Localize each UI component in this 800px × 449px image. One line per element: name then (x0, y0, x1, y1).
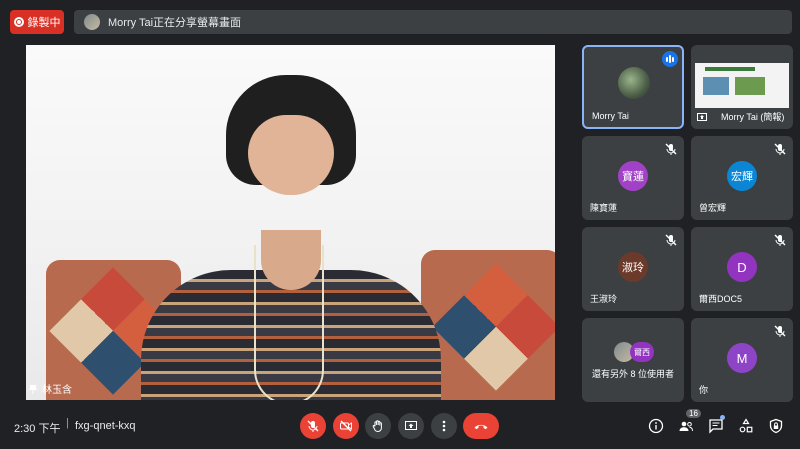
participant-tile-zeng[interactable]: 宏輝 曾宏輝 (691, 136, 793, 220)
participant-tile-presentation[interactable]: Morry Tai (簡報) (691, 45, 793, 129)
avatar: 淑玲 (618, 252, 648, 282)
mic-off-icon (774, 234, 786, 246)
person-hair (226, 75, 356, 195)
speaking-indicator-icon (662, 51, 678, 67)
hand-icon (372, 420, 382, 433)
chat-icon (709, 419, 723, 434)
participant-tile-others[interactable]: 爾西 還有另外 8 位使用者 (582, 318, 684, 402)
screen-share-banner: Morry Tai正在分享螢幕畫面 (74, 10, 792, 34)
record-icon (13, 17, 24, 27)
toggle-mic-button[interactable] (300, 413, 326, 439)
avatar: 宏輝 (727, 161, 757, 191)
present-screen-icon (405, 421, 417, 430)
info-icon (648, 418, 664, 434)
hang-up-icon (474, 424, 488, 430)
main-video-label: 林玉含 (26, 381, 72, 396)
avatar: D (727, 252, 757, 282)
pin-icon (29, 384, 37, 394)
others-badge: 爾西 (630, 342, 654, 362)
participant-count-badge: 16 (686, 409, 701, 418)
meeting-details-button[interactable] (646, 416, 666, 436)
share-text: Morry Tai正在分享螢幕畫面 (108, 17, 242, 29)
participant-name: Morry Tai (簡報) (721, 112, 785, 122)
participant-tile-morry-tai[interactable]: Morry Tai (582, 45, 684, 129)
recording-label: 錄製中 (27, 17, 61, 29)
more-vert-icon (442, 420, 446, 432)
avatar: M (727, 343, 757, 373)
main-video-feed[interactable]: 林玉含 (26, 45, 555, 400)
participant-name: 你 (699, 385, 709, 395)
avatar: 寶蓮 (618, 161, 648, 191)
shield-lock-icon (769, 418, 783, 434)
participant-name: 王淑玲 (590, 294, 618, 304)
present-screen-icon (697, 113, 707, 121)
participant-tile-chen[interactable]: 寶蓮 陳寶蓮 (582, 136, 684, 220)
raise-hand-button[interactable] (365, 413, 391, 439)
others-label: 還有另外 8 位使用者 (592, 369, 675, 379)
recording-badge[interactable]: 錄製中 (10, 10, 64, 34)
participant-tile-you[interactable]: M 你 (691, 318, 793, 402)
presentation-thumbnail (695, 63, 789, 108)
clock: 2:30 下午 (14, 423, 61, 435)
participant-tile-wang[interactable]: 淑玲 王淑玲 (582, 227, 684, 311)
participant-name: 曾宏輝 (699, 203, 727, 213)
chair-right (421, 250, 555, 400)
activities-button[interactable] (736, 416, 756, 436)
mic-off-icon (774, 143, 786, 155)
participant-name: 陳寶蓮 (590, 203, 618, 213)
more-options-button[interactable] (431, 413, 457, 439)
necklace (254, 245, 324, 400)
morry-avatar (618, 67, 650, 99)
participant-tile-doc5[interactable]: D 爾西DOC5 (691, 227, 793, 311)
camera-off-icon (340, 420, 352, 432)
mic-off-icon (307, 420, 319, 432)
participant-name: 爾西DOC5 (699, 294, 743, 304)
mic-off-icon (665, 234, 677, 246)
toggle-camera-button[interactable] (333, 413, 359, 439)
mic-off-icon (774, 325, 786, 337)
participant-name: Morry Tai (592, 111, 629, 121)
separator: | (66, 417, 69, 429)
speaker-name: 林玉含 (42, 385, 72, 396)
host-controls-button[interactable] (766, 416, 786, 436)
mic-off-icon (665, 143, 677, 155)
leave-call-button[interactable] (463, 413, 499, 439)
present-now-button[interactable] (398, 413, 424, 439)
people-icon (679, 421, 693, 432)
shapes-icon (739, 418, 753, 433)
meeting-code: fxg-qnet-kxq (75, 420, 136, 432)
participants-button[interactable] (676, 416, 696, 436)
presenter-avatar (84, 14, 100, 30)
chat-unread-dot (720, 415, 725, 420)
